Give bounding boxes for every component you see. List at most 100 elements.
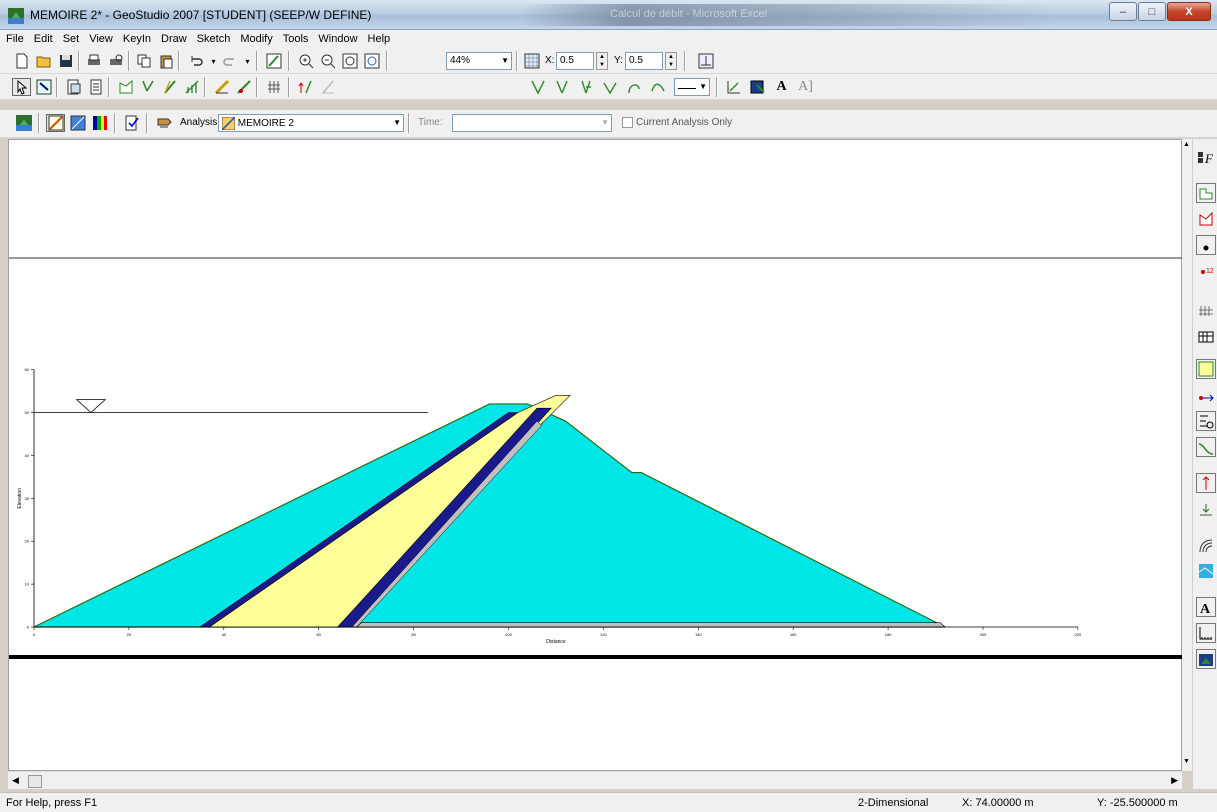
document-properties-icon[interactable] [64,78,83,96]
menu-view[interactable]: View [89,33,113,45]
grid-y-spinner[interactable]: ▲ ▼ [665,52,677,70]
sketch-picture-icon[interactable] [748,78,767,96]
keyin-mesh-icon[interactable] [1196,299,1216,319]
keyin-flux-section-icon[interactable] [1196,473,1216,493]
zoom-out-icon[interactable] [318,52,337,70]
keyin-water-table-icon[interactable] [1196,499,1216,519]
open-folder-icon[interactable] [34,52,53,70]
grid-y-input[interactable]: 0.5 [625,52,663,70]
horizontal-scroll-thumb[interactable] [28,775,42,788]
sketch-line-icon[interactable] [528,78,547,96]
menu-keyin[interactable]: KeyIn [123,33,151,45]
menu-set[interactable]: Set [63,33,80,45]
scale-icon[interactable] [696,52,715,70]
zoom-objects-icon[interactable] [264,52,283,70]
keyin-materials-icon[interactable] [1196,359,1216,379]
draw-boundary-icon[interactable] [234,78,253,96]
time-combo[interactable]: ▼ [452,114,612,132]
page-icon[interactable] [86,78,105,96]
sketch-text-icon[interactable]: A [772,78,791,96]
analysis-settings-icon[interactable] [154,114,173,132]
current-analysis-only-checkbox[interactable] [622,117,633,128]
zoom-page-icon[interactable] [340,52,359,70]
scroll-down-arrow-icon[interactable]: ▼ [1183,758,1190,765]
sketch-freehand-icon[interactable] [648,78,667,96]
scroll-right-arrow-icon[interactable]: ▶ [1171,775,1178,786]
minimize-button[interactable]: – [1109,2,1137,21]
keyin-point-number-icon[interactable]: 12 [1196,259,1216,279]
sketch-label-icon[interactable]: A] [796,78,815,96]
solve-view-icon[interactable] [68,114,87,132]
undo-icon[interactable] [186,52,205,70]
status-help-text: For Help, press F1 [6,797,98,809]
keyin-functions-icon[interactable]: F [1196,147,1216,167]
sketch-curve-icon[interactable] [624,78,643,96]
keyin-flow-path-icon[interactable] [1196,535,1216,555]
menu-window[interactable]: Window [318,33,357,45]
copy-icon[interactable] [134,52,153,70]
drawing-canvas[interactable]: 0 20 40 60 80 100 120 140 160 180 200 220 0 10 20 30 40 5… [8,139,1183,771]
redo-icon[interactable] [220,52,239,70]
menu-tools[interactable]: Tools [283,33,309,45]
keyin-axes-icon[interactable] [1196,623,1216,643]
redo-dropdown-icon[interactable]: ▾ [238,52,257,70]
keyin-curve-icon[interactable] [1196,437,1216,457]
keyin-analysis-icon[interactable] [1196,183,1216,203]
x-tick-label: 220 [1075,632,1082,637]
draw-point-icon[interactable] [138,78,157,96]
grid-x-input[interactable]: 0.5 [556,52,594,70]
scroll-left-arrow-icon[interactable]: ◀ [12,775,19,786]
draw-mesh-icon[interactable] [182,78,201,96]
sketch-circle-icon[interactable] [552,78,571,96]
print-icon[interactable] [84,52,103,70]
menu-sketch[interactable]: Sketch [197,33,231,45]
draw-flux-icon[interactable] [296,78,315,96]
maximize-button[interactable]: □ [1138,2,1166,21]
print-preview-icon[interactable] [106,52,125,70]
status-x-coordinate: X: 74.00000 m [962,797,1034,809]
menu-modify[interactable]: Modify [240,33,272,45]
keyin-contour-icon[interactable] [1196,561,1216,581]
analysis-combo[interactable]: MEMOIRE 2 ▼ [218,114,404,132]
zoom-window-icon[interactable] [362,52,381,70]
horizontal-scrollbar[interactable]: ◀ ▶ [8,771,1182,789]
draw-materials-icon[interactable] [212,78,231,96]
scroll-up-arrow-icon[interactable]: ▲ [1183,141,1190,148]
select-arrow-icon[interactable] [12,78,31,96]
draw-line-icon[interactable] [160,78,179,96]
save-icon[interactable] [56,52,75,70]
zoom-combo[interactable]: 44% ▼ [446,52,512,70]
draw-water-table-icon[interactable] [318,78,337,96]
define-mode-icon[interactable] [14,114,33,132]
menu-file[interactable]: File [6,33,24,45]
select-group-icon[interactable] [34,78,53,96]
keyin-grid-icon[interactable] [1196,325,1216,345]
define-view-icon[interactable] [46,114,65,132]
draw-region-icon[interactable] [116,78,135,96]
grid-x-spinner[interactable]: ▲ ▼ [596,52,608,70]
close-button[interactable]: X [1167,2,1211,21]
verify-icon[interactable] [122,114,141,132]
menu-edit[interactable]: Edit [34,33,53,45]
menu-draw[interactable]: Draw [161,33,187,45]
new-file-icon[interactable] [12,52,31,70]
keyin-label-icon[interactable]: A [1196,597,1216,617]
paste-icon[interactable] [156,52,175,70]
x-tick-label: 160 [790,632,797,637]
keyin-function-table-icon[interactable] [1196,411,1216,431]
grid-snap-icon[interactable] [522,52,541,70]
keyin-region-icon[interactable] [1196,209,1216,229]
sketch-axes-icon[interactable] [724,78,743,96]
keyin-picture-icon[interactable] [1196,649,1216,669]
keyin-boundary-icon[interactable] [1196,385,1216,405]
draw-grid-icon[interactable] [264,78,283,96]
sketch-polyline-icon[interactable] [600,78,619,96]
geostudio-app-icon[interactable] [8,8,24,24]
sketch-arc-icon[interactable] [576,78,595,96]
keyin-point-icon[interactable] [1196,235,1216,255]
line-style-combo[interactable]: ▼ [674,78,710,96]
zoom-in-icon[interactable] [296,52,315,70]
contour-view-icon[interactable] [90,114,109,132]
vertical-scrollbar[interactable]: ▲ ▼ [1182,139,1192,771]
menu-help[interactable]: Help [368,33,391,45]
